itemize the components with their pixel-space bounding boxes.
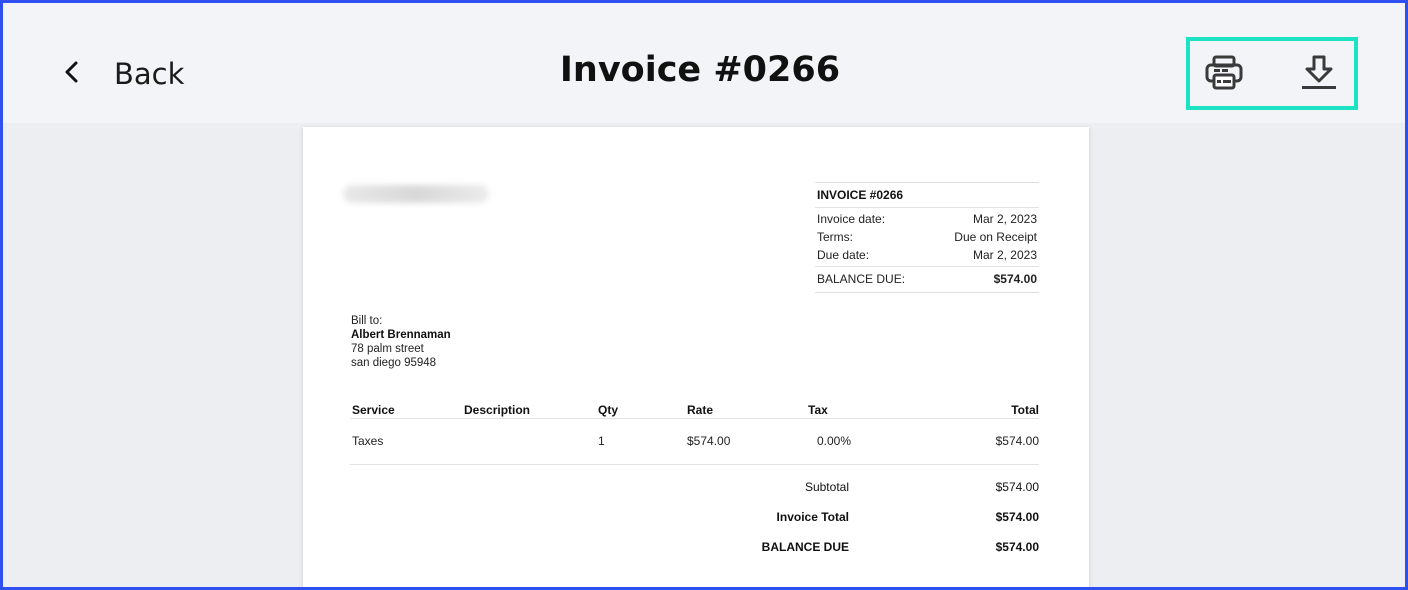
invoice-total-row: Invoice Total $574.00	[703, 510, 1039, 540]
balance-due-total-row: BALANCE DUE $574.00	[703, 540, 1039, 570]
balance-due-label: BALANCE DUE:	[817, 272, 906, 286]
divider	[350, 464, 1039, 465]
customer-city: san diego 95948	[351, 357, 437, 369]
invoice-summary: INVOICE #0266 Invoice date: Mar 2, 2023 …	[815, 182, 1039, 293]
customer-street: 78 palm street	[351, 343, 424, 355]
invoice-document: INVOICE #0266 Invoice date: Mar 2, 2023 …	[303, 127, 1089, 590]
table-row: Taxes 1 $574.00 0.00% $574.00	[350, 434, 1039, 449]
column-header-tax: Tax	[808, 403, 828, 417]
download-icon	[1300, 54, 1338, 97]
download-button[interactable]	[1297, 55, 1341, 95]
balance-due-value: $574.00	[993, 272, 1037, 286]
cell-tax: 0.00%	[817, 434, 852, 448]
customer-name: Albert Brennaman	[351, 329, 451, 341]
print-button[interactable]	[1202, 55, 1246, 95]
invoice-total-value: $574.00	[995, 510, 1039, 524]
column-header-rate: Rate	[687, 403, 714, 417]
terms-row: Terms: Due on Receipt	[815, 228, 1039, 246]
column-header-total: Total	[1011, 403, 1039, 417]
company-logo-blurred	[343, 185, 489, 203]
column-header-service: Service	[352, 403, 395, 417]
invoice-date-value: Mar 2, 2023	[972, 212, 1037, 226]
subtotal-value: $574.00	[995, 480, 1039, 494]
invoice-total-label: Invoice Total	[776, 510, 849, 524]
invoice-actions	[1186, 37, 1358, 110]
column-header-qty: Qty	[598, 403, 619, 417]
subtotal-label: Subtotal	[804, 480, 849, 494]
subtotal-row: Subtotal $574.00	[703, 480, 1039, 510]
column-header-description: Description	[464, 403, 531, 417]
invoice-number: INVOICE #0266	[815, 183, 1039, 208]
cell-total: $574.00	[995, 434, 1039, 448]
cell-rate: $574.00	[687, 434, 731, 448]
invoice-date-row: Invoice date: Mar 2, 2023	[815, 208, 1039, 228]
due-date-label: Due date:	[817, 248, 870, 262]
bill-to-block: Bill to: Albert Brennaman 78 palm street…	[351, 314, 451, 370]
totals-block: Subtotal $574.00 Invoice Total $574.00 B…	[703, 480, 1039, 570]
cell-service: Taxes	[352, 434, 384, 448]
cell-qty: 1	[598, 434, 605, 448]
bill-to-label: Bill to:	[351, 315, 383, 327]
invoice-date-label: Invoice date:	[817, 212, 886, 226]
due-date-value: Mar 2, 2023	[972, 248, 1037, 262]
terms-label: Terms:	[817, 230, 853, 244]
balance-due-row: BALANCE DUE: $574.00	[815, 266, 1039, 292]
due-date-row: Due date: Mar 2, 2023	[815, 246, 1039, 264]
balance-due-total-value: $574.00	[995, 540, 1039, 554]
table-header: Service Description Qty Rate Tax Total	[350, 403, 1039, 419]
printer-icon	[1205, 55, 1243, 96]
balance-due-total-label: BALANCE DUE	[761, 540, 849, 554]
terms-value: Due on Receipt	[954, 230, 1037, 244]
line-items-table: Service Description Qty Rate Tax Total T…	[350, 403, 1039, 449]
